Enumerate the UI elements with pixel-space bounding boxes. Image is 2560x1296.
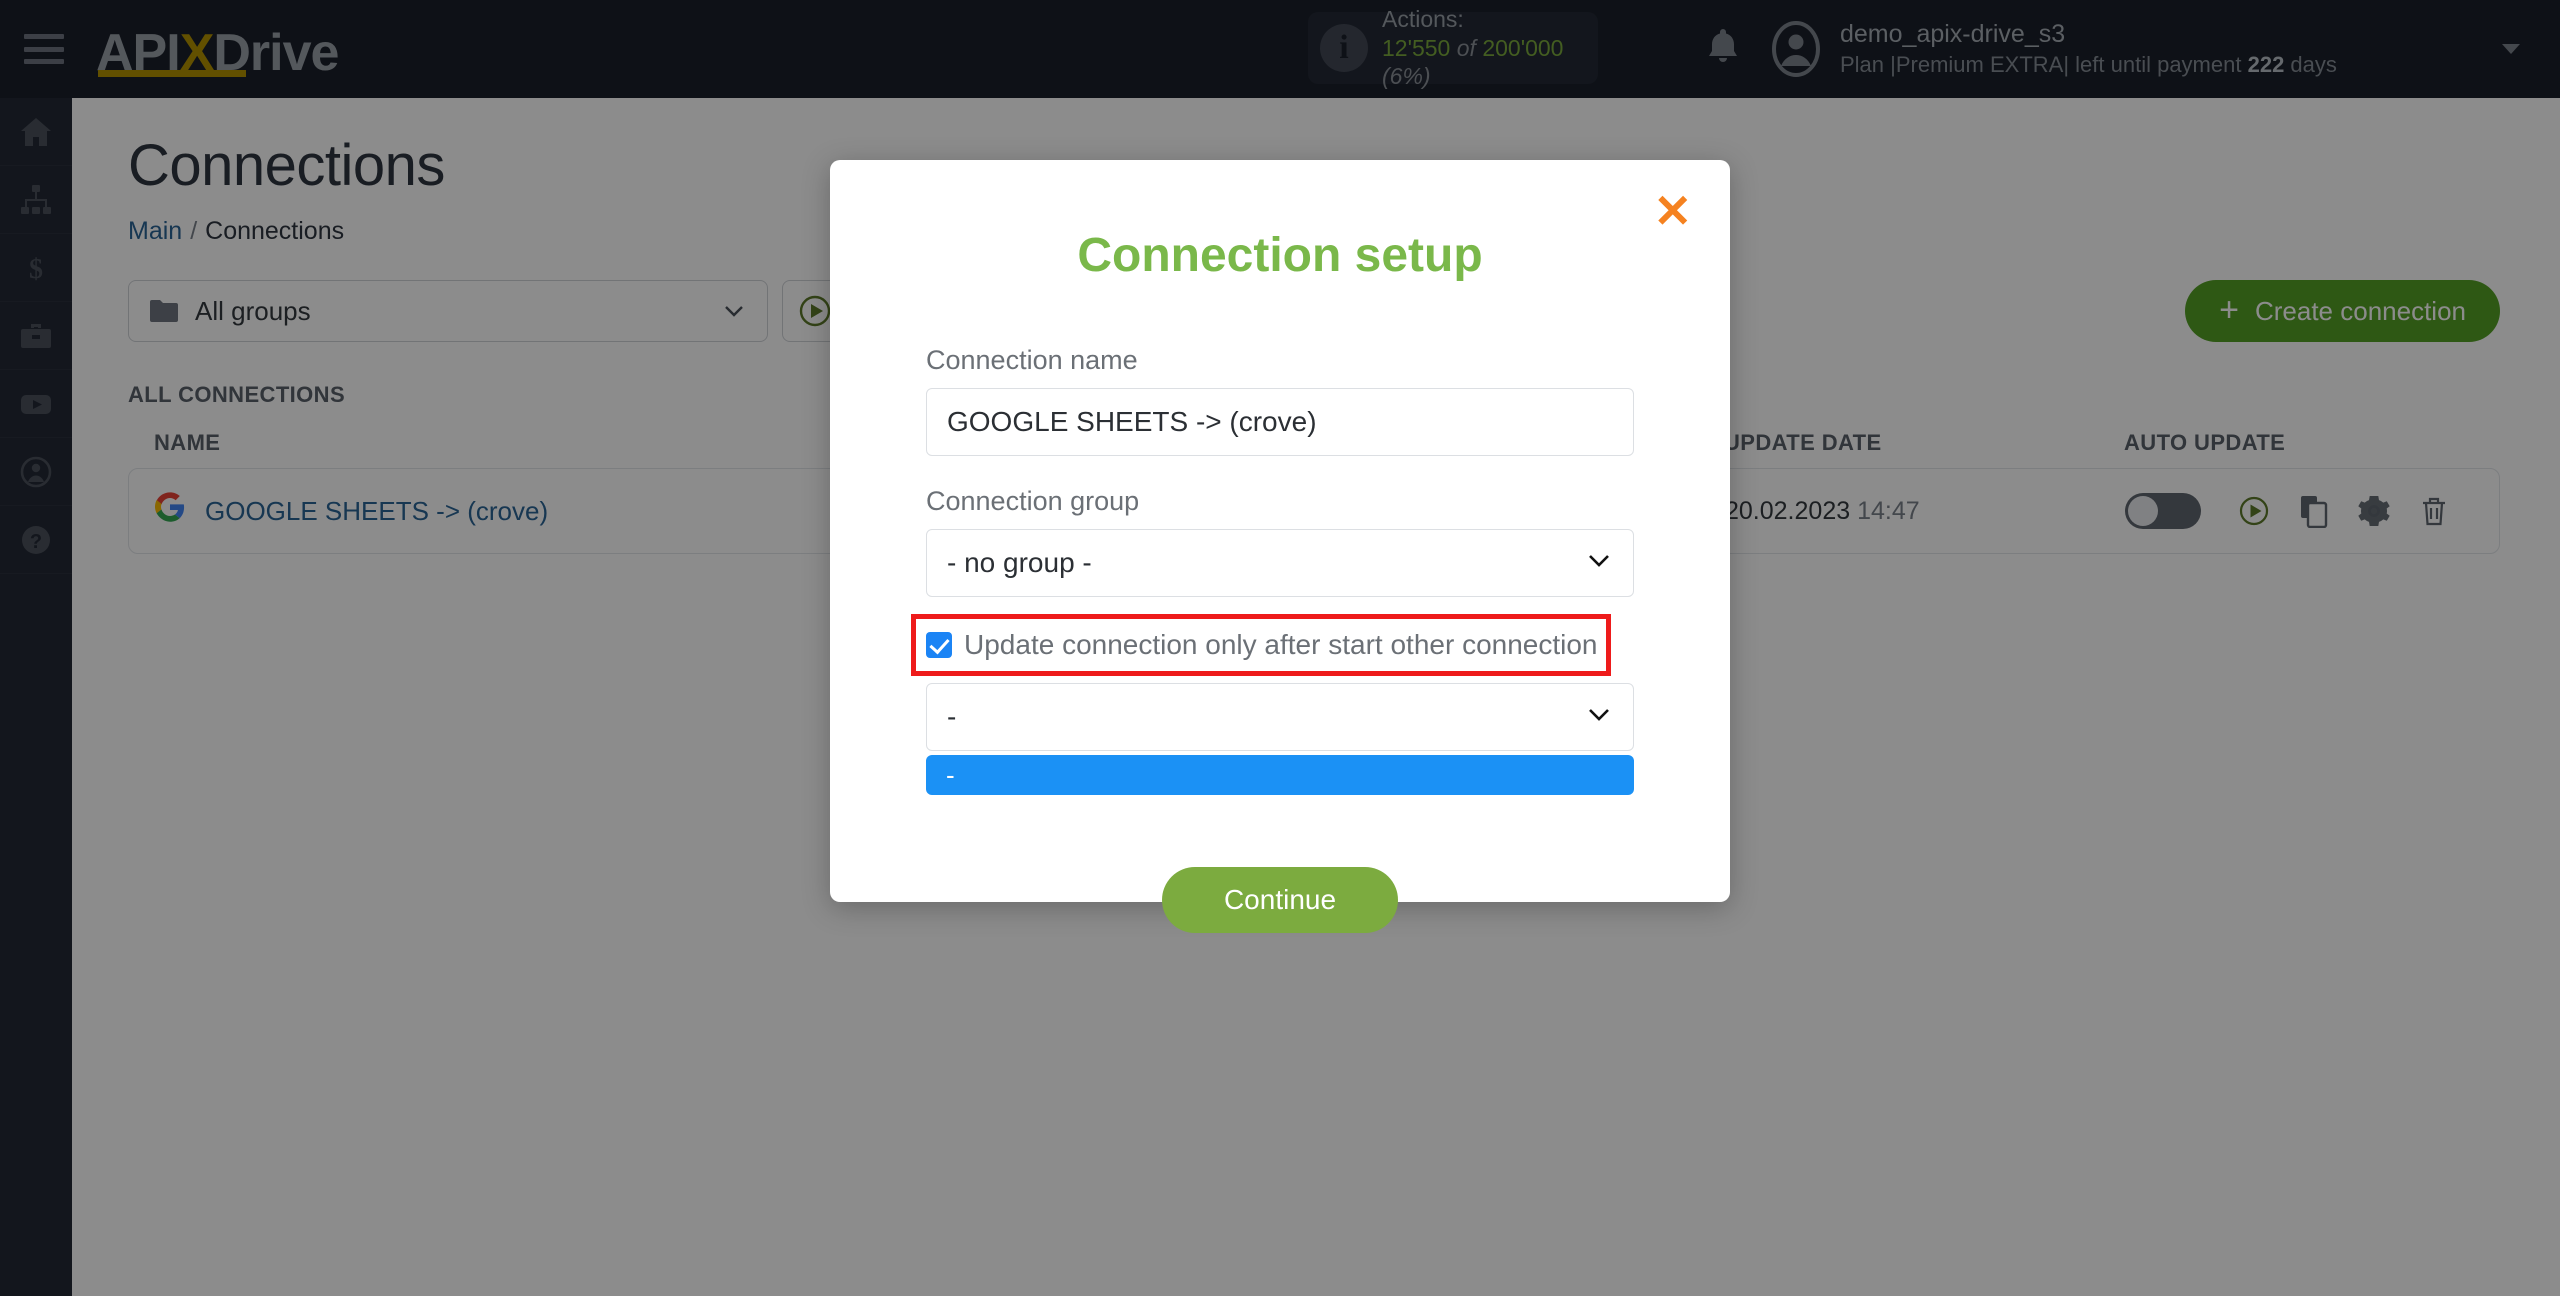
other-connection-select[interactable]: -: [926, 683, 1634, 751]
connection-group-label: Connection group: [926, 486, 1140, 516]
other-connection-option[interactable]: -: [926, 755, 1634, 795]
connection-group-value: - no group -: [947, 547, 1092, 578]
chevron-down-icon: [1585, 546, 1613, 581]
chevron-down-icon: [1585, 700, 1613, 735]
modal-title: Connection setup: [1077, 229, 1483, 282]
update-after-other-connection-checkbox[interactable]: [926, 632, 952, 658]
update-after-other-connection-row[interactable]: Update connection only after start other…: [911, 614, 1611, 676]
connection-setup-modal: ✕ Connection setup Connection name Conne…: [830, 160, 1730, 933]
update-after-other-connection-label: Update connection only after start other…: [964, 629, 1598, 660]
connection-name-input[interactable]: [926, 388, 1634, 456]
close-icon[interactable]: ✕: [1653, 188, 1692, 234]
connection-group-select[interactable]: - no group -: [926, 529, 1634, 597]
other-connection-value: -: [947, 701, 957, 732]
continue-button[interactable]: Continue: [1161, 867, 1399, 933]
connection-name-label: Connection name: [926, 345, 1138, 375]
